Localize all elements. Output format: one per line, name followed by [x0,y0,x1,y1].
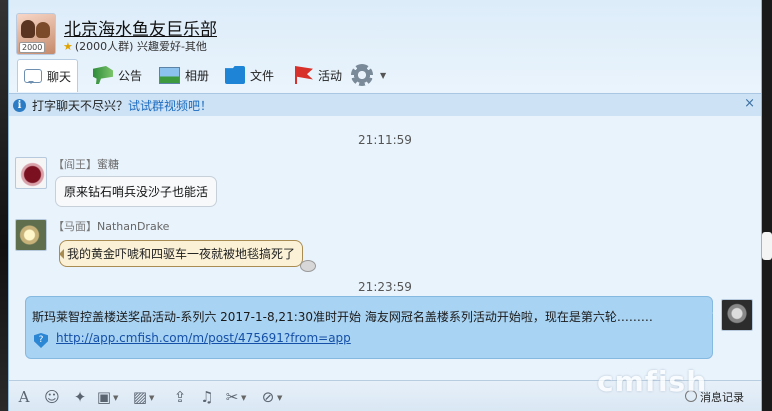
bubble-tail [707,307,719,319]
timestamp: 21:23:59 [358,280,412,294]
chevron-down-icon[interactable]: ▼ [113,394,118,402]
bubble-tail [54,249,64,259]
settings-menu[interactable]: ▼ [351,59,386,91]
tip-text: 打字聊天不尽兴？ [32,98,129,113]
group-avatar[interactable]: 2000 [16,13,56,55]
screenshot-icon[interactable]: ⊘ [259,388,277,406]
tab-chat-label: 聊天 [47,69,72,84]
own-message-bubble: 斯玛莱智控盖楼送奖品活动-系列六 2017-1-8,21:30准时开始 海友网冠… [25,296,713,359]
chevron-down-icon[interactable]: ▼ [149,394,154,402]
group-tabs: 聊天 公告 相册 文件 活动 ▼ [15,59,755,92]
tab-chat[interactable]: 聊天 [17,59,79,92]
music-icon[interactable]: ♫ [198,388,216,406]
watermark: cmfish [597,365,708,398]
sender-name[interactable]: 【阎王】蜜糖 [53,156,119,172]
avatar[interactable] [721,299,753,331]
group-name-link[interactable]: 北京海水鱼友巨乐部 [64,15,217,40]
message-text: 斯玛莱智控盖楼送奖品活动-系列六 2017-1-8,21:30准时开始 海友网冠… [32,310,653,324]
avatar-figure-right [36,22,50,38]
member-nickname: 蜜糖 [97,158,119,171]
flag-icon [295,66,313,84]
emoji-icon[interactable]: ☺ [43,388,61,406]
chat-history[interactable]: 21:11:59 【阎王】蜜糖 原来钻石哨兵没沙子也能活 【马面】NathanD… [9,116,761,380]
group-subtitle-text: (2000人群) 兴趣爱好-其他 [74,40,207,53]
tab-notice-label: 公告 [118,68,143,83]
tab-notice[interactable]: 公告 [93,59,142,91]
info-icon: i [13,98,26,112]
chevron-down-icon[interactable]: ▼ [241,394,246,402]
image-icon[interactable]: ▨ [131,388,149,406]
group-size-badge: 2000 [19,42,46,53]
group-chat-window: 2000 北京海水鱼友巨乐部 ★ (2000人群) 兴趣爱好-其他 聊天 公告 相… [8,0,762,411]
gamepad-icon[interactable]: ▣ [95,388,113,406]
video-chat-link[interactable]: 试试群视频吧！ [128,97,212,114]
message-link[interactable]: http://app.cmfish.com/m/post/475691?from… [56,331,351,345]
avatar-figure-left [21,20,35,38]
group-header: 2000 北京海水鱼友巨乐部 ★ (2000人群) 兴趣爱好-其他 聊天 公告 相… [9,0,761,92]
chevron-down-icon: ▼ [380,70,387,80]
magic-wand-icon[interactable]: ✦ [71,388,89,406]
avatar[interactable] [15,157,47,189]
avatar[interactable] [15,219,47,251]
tab-files[interactable]: 文件 [225,59,274,91]
font-icon[interactable]: A [15,388,33,406]
tab-album-label: 相册 [185,68,210,83]
close-icon[interactable]: × [744,96,755,111]
tab-files-label: 文件 [250,68,275,83]
message-bubble: 原来钻石哨兵没沙子也能活 [55,176,218,207]
scissors-icon[interactable]: ✂ [223,388,241,406]
megaphone-icon [93,66,113,84]
chevron-down-icon[interactable]: ▼ [277,394,282,402]
bubble-decoration-icon [300,260,317,272]
member-title: 【马面】 [53,220,97,233]
star-icon: ★ [63,40,73,53]
member-title: 【阎王】 [53,158,97,171]
message-bubble: 我的黄金吓唬和四驱车一夜就被地毯搞死了 [59,240,317,272]
tab-activity[interactable]: 活动 [293,59,342,91]
folder-icon [225,66,245,84]
group-subtitle: ★ (2000人群) 兴趣爱好-其他 [63,38,207,54]
tab-album[interactable]: 相册 [159,59,209,91]
gear-icon [351,64,373,86]
shield-icon: ? [34,333,48,348]
background-shape [762,232,772,260]
timestamp: 21:11:59 [358,133,412,147]
sender-name[interactable]: 【马面】NathanDrake [53,218,169,234]
tip-bar: i 打字聊天不尽兴？ 试试群视频吧！ × [9,93,761,117]
message-text: 我的黄金吓唬和四驱车一夜就被地毯搞死了 [67,247,296,261]
chat-bubble-icon [24,69,42,84]
member-nickname: NathanDrake [97,220,170,233]
upload-icon[interactable]: ⇪ [171,388,189,406]
photo-album-icon [159,66,180,84]
tab-activity-label: 活动 [318,68,343,83]
